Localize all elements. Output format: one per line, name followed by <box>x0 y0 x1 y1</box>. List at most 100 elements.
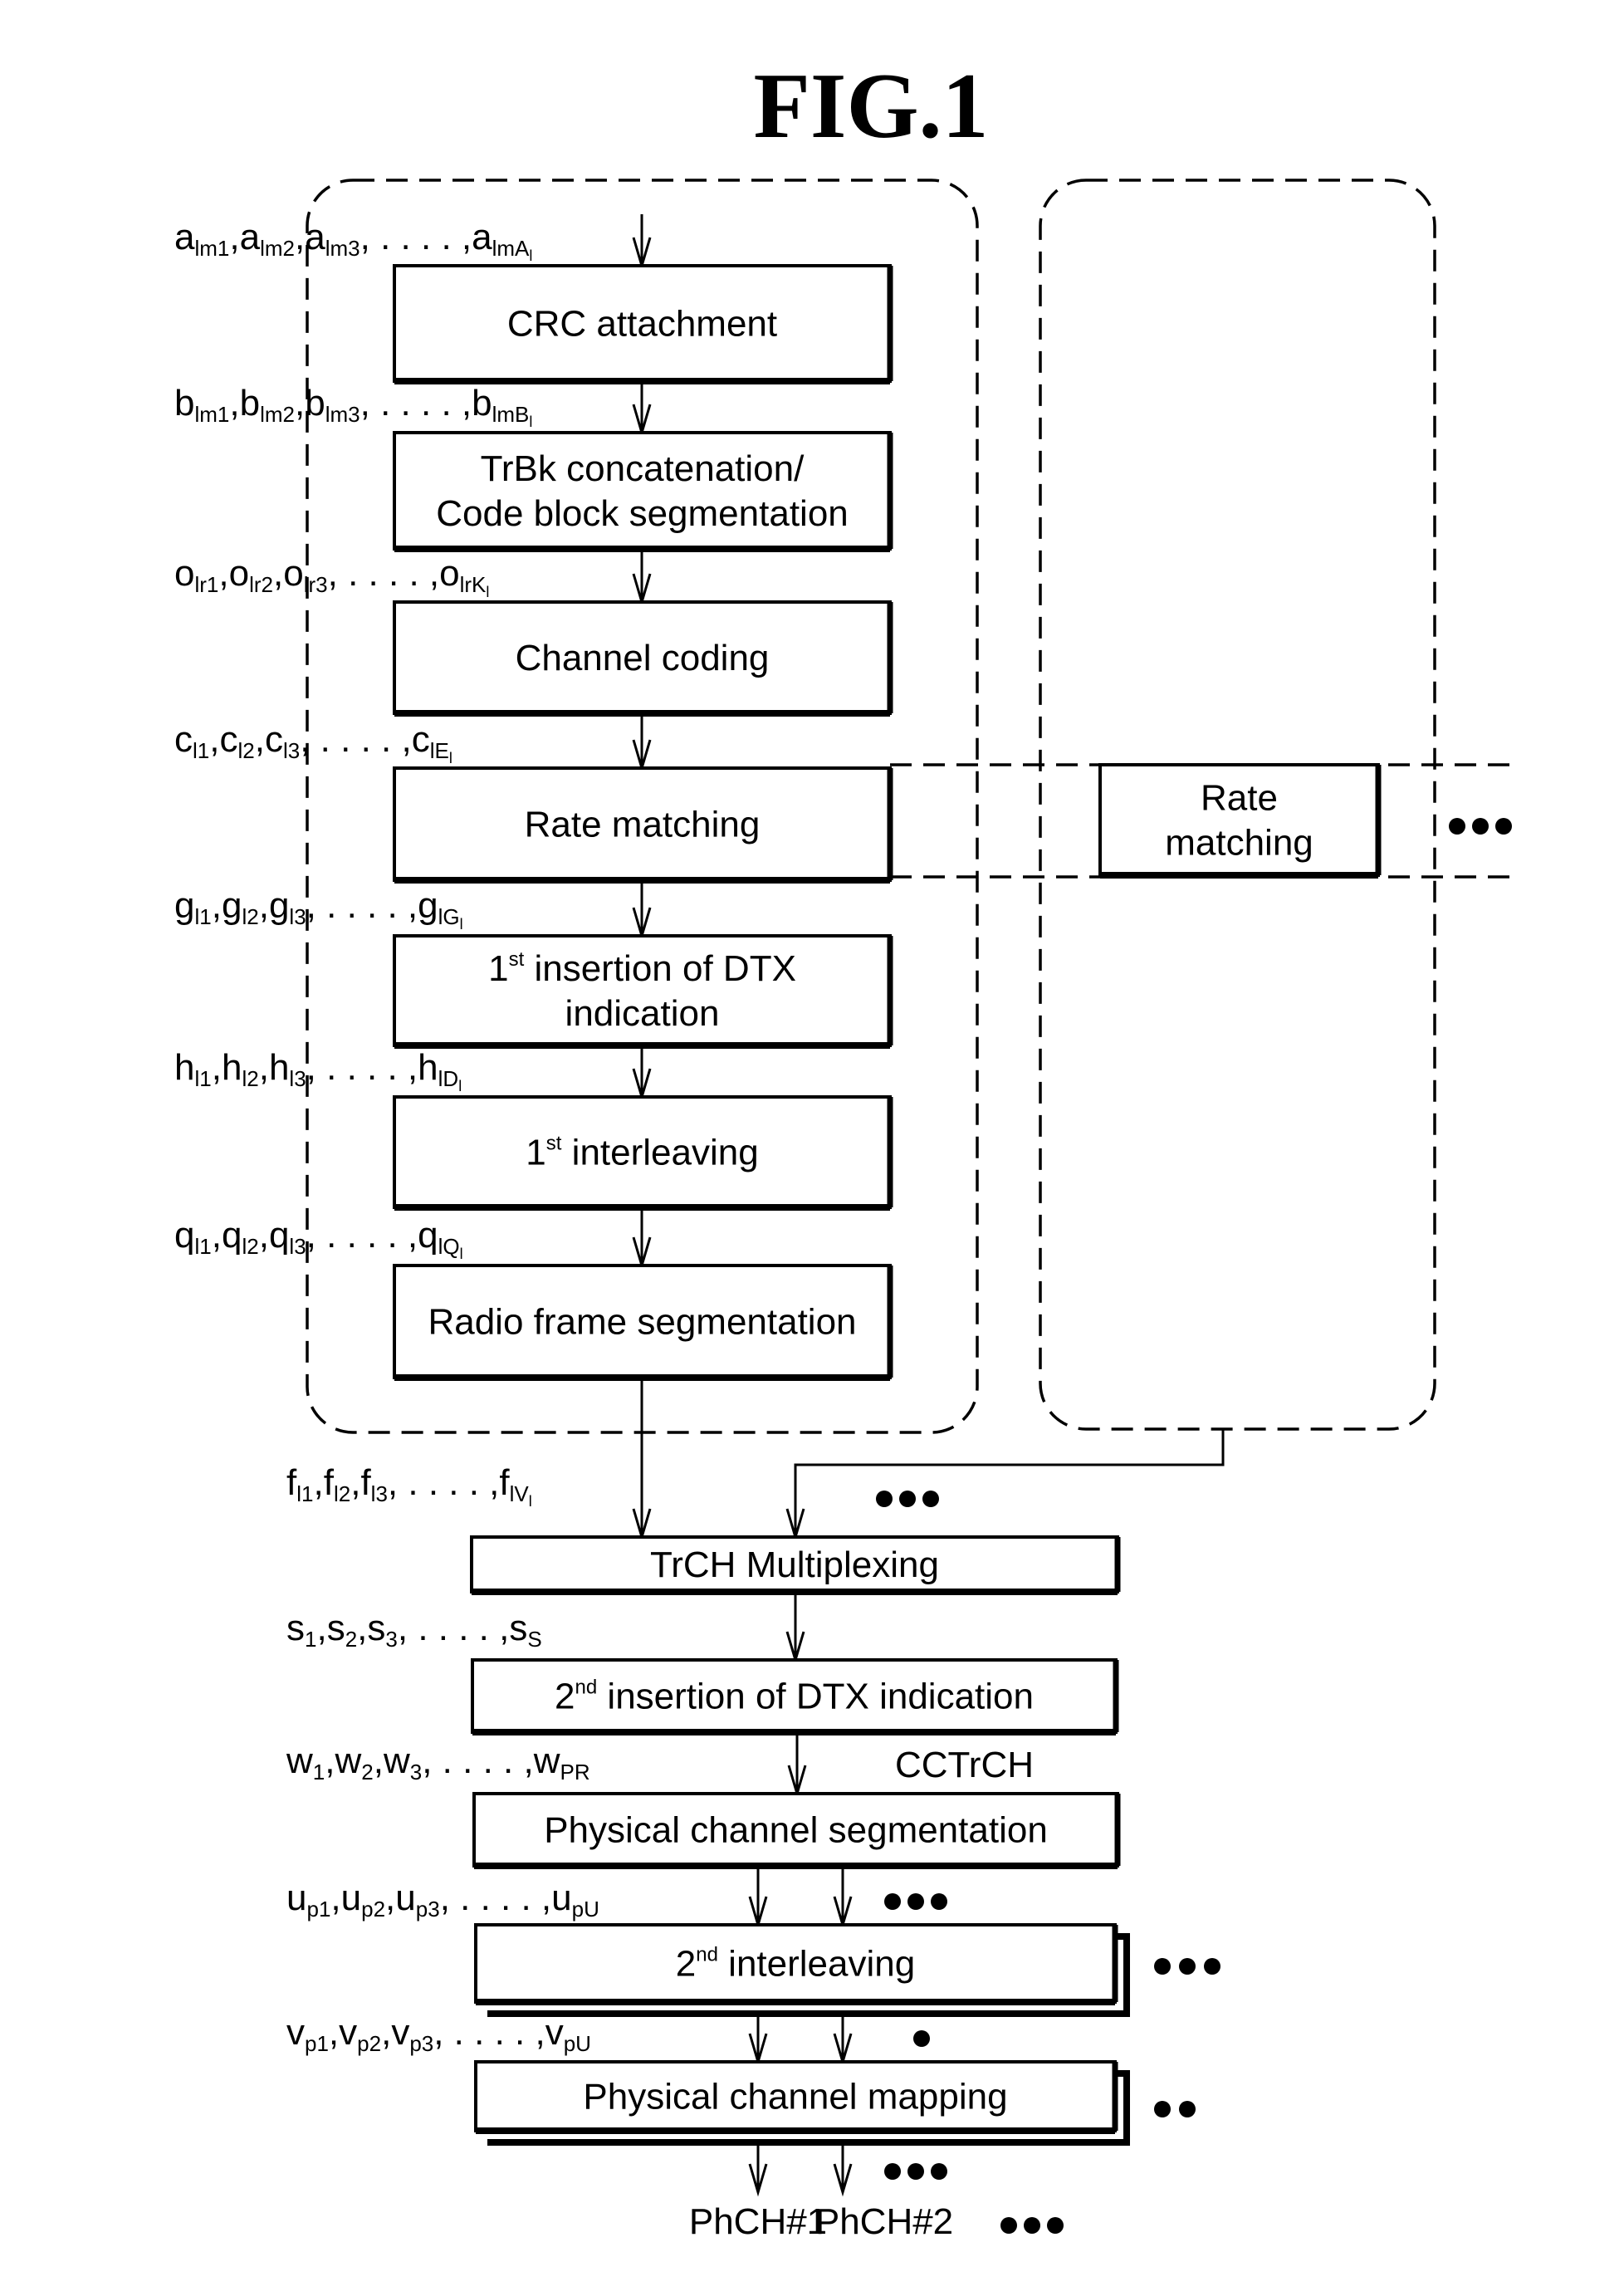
sequence-symbol: q <box>418 1215 438 1256</box>
phys-map-label: Physical channel mapping <box>583 2077 1007 2117</box>
sequence-subscript: lr1 <box>194 572 218 597</box>
label-text: interleaving <box>718 1944 915 1985</box>
ellipsis-dot <box>1449 818 1465 835</box>
seg-output-ellipsis-icon <box>884 1893 947 1910</box>
output-phch-1: PhCH#1 <box>689 2201 827 2242</box>
sequence-separator: , <box>295 217 305 257</box>
sequence-subscript: lmB <box>492 402 530 427</box>
label-text: insertion of DTX indication <box>597 1677 1034 1717</box>
ellipsis-dot <box>1047 2217 1064 2234</box>
sequence-subscript-index: l <box>460 1246 463 1262</box>
sequence-subscript: pU <box>564 2031 591 2056</box>
sequence-subscript-index: l <box>529 414 532 430</box>
ordinal-number: 1 <box>488 948 508 989</box>
sequence-symbol: o <box>439 553 459 594</box>
sequence-subscript: lV <box>510 1481 530 1506</box>
sequence-symbol: h <box>174 1047 194 1088</box>
sequence-subscript: lrK <box>460 572 487 597</box>
sequence-separator: , <box>381 2012 391 2053</box>
sequence-symbol: g <box>222 885 242 926</box>
sequence-symbol: s <box>327 1608 345 1648</box>
sequence-subscript: l1 <box>194 904 211 929</box>
sequence-symbol: o <box>174 553 194 594</box>
map-stack-ellipsis-icon <box>1154 2101 1196 2117</box>
sequence-subscript: p1 <box>305 2031 329 2056</box>
sequence-symbol: f <box>499 1462 510 1503</box>
sequence-separator: , . . . . , <box>306 1047 418 1088</box>
sequence-separator: , <box>330 1877 340 1918</box>
sequence-separator: , . . . . , <box>388 1462 499 1503</box>
phch-ellipsis-icon <box>1000 2217 1064 2234</box>
sequence-label-u: up1,up2,up3, . . . . ,upU <box>286 1877 599 1921</box>
sequence-symbol: v <box>545 2012 564 2053</box>
radio-frame-label: Radio frame segmentation <box>428 1302 856 1343</box>
sequence-symbol: o <box>229 553 249 594</box>
ellipsis-dot <box>907 2163 924 2180</box>
sequence-separator: , <box>273 553 283 594</box>
ellipsis-dot <box>884 1893 901 1910</box>
label-text: insertion of DTX <box>524 948 796 989</box>
channel-coding-block: Channel coding <box>393 600 893 717</box>
crc-label: CRC attachment <box>507 304 777 345</box>
sequence-symbol: c <box>412 719 430 760</box>
sequence-separator: , . . . . , <box>440 1877 551 1918</box>
sequence-symbol: a <box>174 217 195 257</box>
ellipsis-dot <box>1154 1958 1171 1975</box>
sequence-subscript: p2 <box>361 1897 385 1921</box>
ordinal-suffix: nd <box>575 1677 597 1699</box>
sequence-subscript: 1 <box>305 1627 316 1652</box>
sequence-subscript: l1 <box>194 1234 211 1259</box>
sequence-subscript: p2 <box>357 2031 381 2056</box>
sequence-symbol: b <box>174 383 194 423</box>
sequence-separator: , <box>295 383 305 423</box>
trbk-label: Code block segmentation <box>436 493 849 534</box>
sequence-label-a: alm1,alm2,alm3, . . . . ,almAl <box>174 217 532 264</box>
sequence-label-s: s1,s2,s3, . . . . ,sS <box>286 1608 542 1652</box>
sequence-separator: , <box>374 1740 384 1781</box>
sequence-subscript-index: l <box>460 916 463 933</box>
sequence-separator: , <box>212 885 222 926</box>
sequence-subscript: l1 <box>296 1481 313 1506</box>
ellipsis-dot <box>1154 2101 1171 2117</box>
ordinal-suffix: st <box>509 948 525 971</box>
sequence-symbol: h <box>222 1047 242 1088</box>
sequence-symbol: c <box>265 719 283 760</box>
sequence-separator: , <box>385 1877 395 1918</box>
crc-block: CRC attachment <box>393 264 893 384</box>
radio-frame-block: Radio frame segmentation <box>393 1264 893 1381</box>
sequence-symbol: v <box>286 2012 305 2053</box>
sequence-symbol: c <box>174 719 193 760</box>
sequence-subscript: lm3 <box>325 402 360 427</box>
ellipsis-dot <box>1495 818 1512 835</box>
phys-seg-label: Physical channel segmentation <box>544 1810 1048 1851</box>
sequence-separator: , . . . . , <box>360 383 472 423</box>
sequence-label-g: gl1,gl2,gl3, . . . . ,glGl <box>174 885 463 933</box>
sequence-subscript: p1 <box>306 1897 330 1921</box>
sequence-subscript: l2 <box>334 1481 350 1506</box>
sequence-separator: , <box>259 1047 269 1088</box>
interleaving1-block: 1st interleaving <box>393 1095 893 1211</box>
ellipsis-dot <box>876 1491 893 1507</box>
processing-blocks: CRC attachment TrBk concatenation/Code bl… <box>393 264 1382 2146</box>
dtx1-label: 1st insertion of DTX <box>488 948 796 989</box>
sequence-symbol: w <box>383 1740 410 1781</box>
sequence-subscript: PR <box>560 1760 589 1784</box>
sequence-label-q: ql1,ql2,ql3, . . . . ,qlQl <box>174 1215 463 1262</box>
channel-coding-label: Channel coding <box>516 638 770 678</box>
ellipsis-dot <box>922 1491 939 1507</box>
sequence-subscript: l2 <box>242 1234 258 1259</box>
ordinal-number: 1 <box>526 1133 545 1173</box>
ellipsis-dot <box>907 1893 924 1910</box>
sequence-symbol: g <box>269 885 289 926</box>
sequence-label-b: blm1,blm2,blm3, . . . . ,blmBl <box>174 383 532 430</box>
sequence-subscript: 2 <box>345 1627 357 1652</box>
sequence-subscript-index: l <box>529 247 532 264</box>
sequence-subscript: 3 <box>385 1627 397 1652</box>
sequence-subscript-index: l <box>449 750 452 766</box>
sequence-symbol: u <box>286 1877 306 1918</box>
int2-stack-ellipsis-icon <box>1154 1958 1220 1975</box>
sequence-separator: , <box>313 1462 323 1503</box>
sequence-separator: , . . . . , <box>306 1215 418 1256</box>
sequence-subscript: l1 <box>193 738 209 763</box>
sequence-symbol: h <box>269 1047 289 1088</box>
